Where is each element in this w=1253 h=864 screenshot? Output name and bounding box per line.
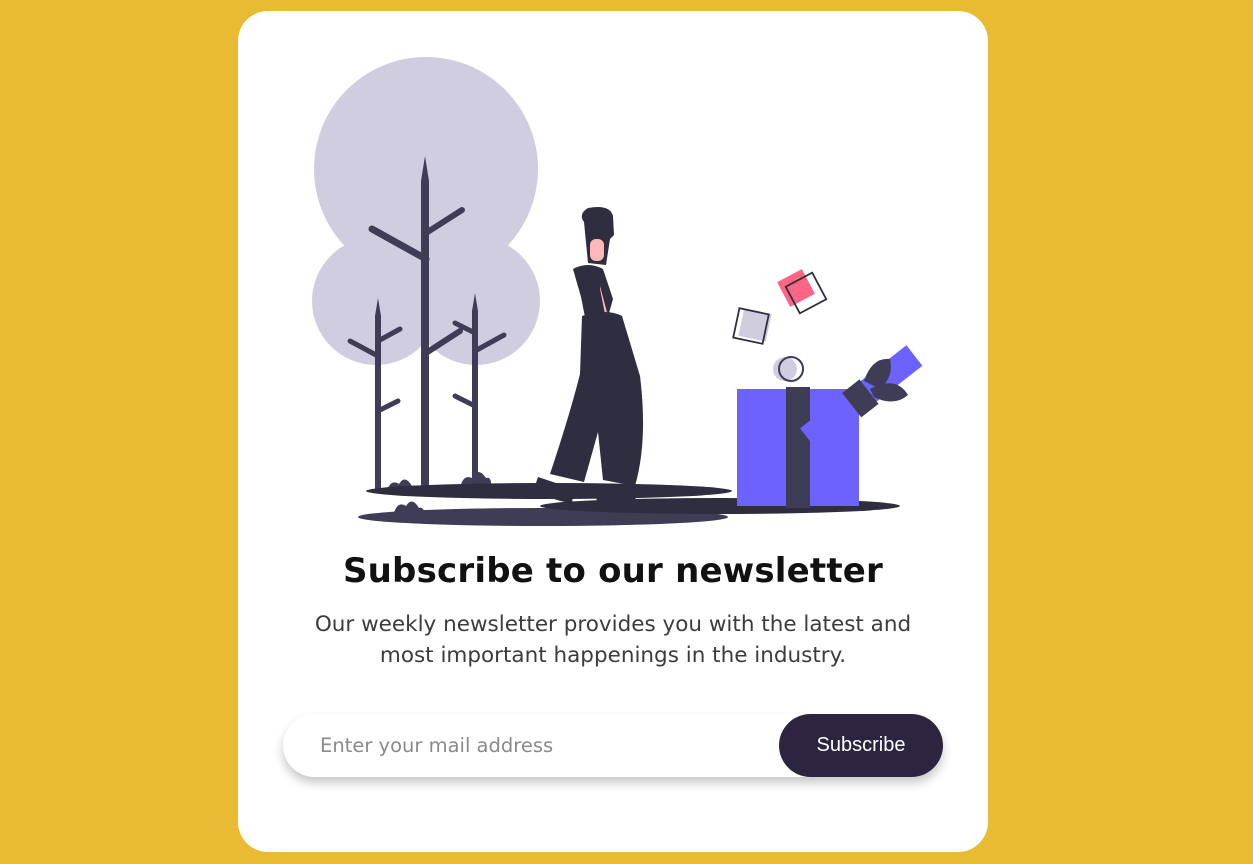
subscribe-button[interactable]: Subscribe bbox=[779, 714, 943, 777]
gift-box bbox=[732, 269, 923, 508]
newsletter-title: Subscribe to our newsletter bbox=[342, 551, 884, 591]
trees bbox=[312, 57, 540, 516]
newsletter-illustration bbox=[312, 57, 923, 526]
newsletter-description: Our weekly newsletter provides you with … bbox=[314, 612, 912, 668]
subscribe-form: Subscribe bbox=[283, 714, 943, 777]
newsletter-card: Subscribe to our newsletter Our weekly n… bbox=[238, 11, 988, 852]
woman-figure bbox=[534, 207, 644, 503]
email-input[interactable] bbox=[283, 714, 763, 777]
